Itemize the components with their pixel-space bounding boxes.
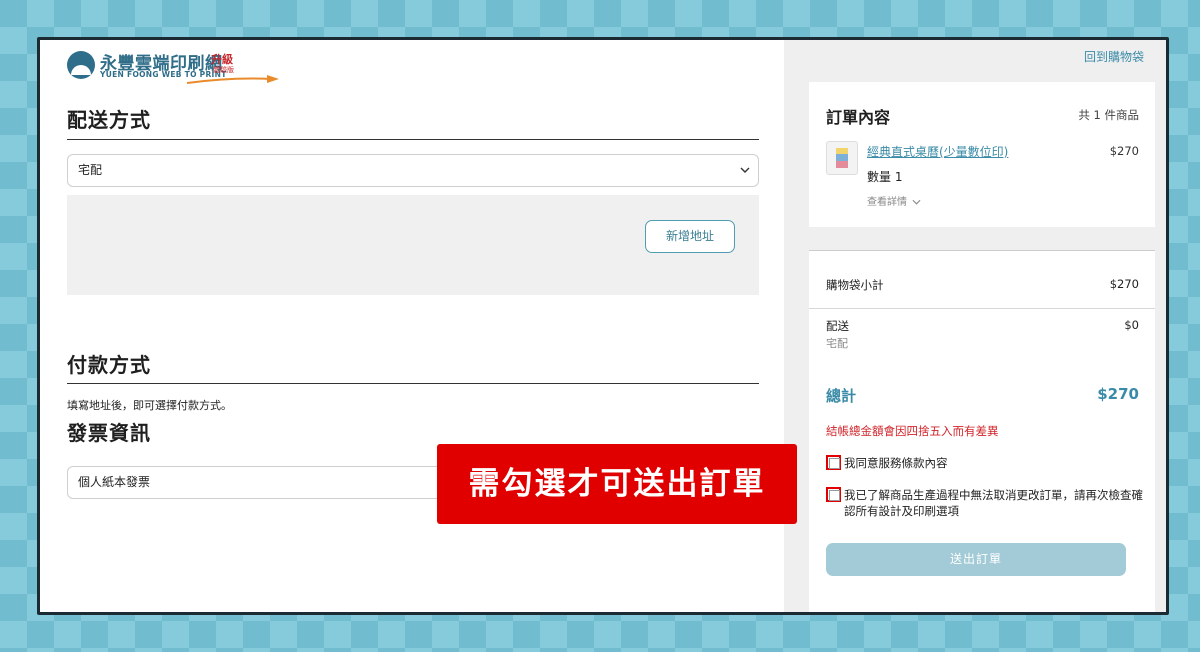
address-panel: 新增地址 (67, 195, 759, 295)
shipping-method-value: 宅配 (78, 163, 103, 177)
product-quantity: 數量 1 (867, 170, 903, 184)
agree-terms-checkbox[interactable] (826, 455, 841, 470)
checkout-window: 永豐雲端印刷網 YUEN FOONG WEB TO PRINT 升級 體驗版 配… (37, 37, 1169, 615)
subtotal-value: $270 (1109, 277, 1139, 291)
order-sidebar: 回到購物袋 訂單內容 共 1 件商品 經典直式桌曆(少量數位印) $270 數量… (784, 40, 1166, 612)
chevron-down-icon (912, 199, 921, 205)
logo-edition-badge: 體驗版 (213, 66, 234, 74)
logo-arrow-icon (187, 75, 279, 84)
back-to-cart-link[interactable]: 回到購物袋 (1084, 48, 1144, 65)
product-price: $270 (1109, 144, 1139, 158)
submit-order-button[interactable]: 送出訂單 (826, 543, 1126, 576)
product-name-link[interactable]: 經典直式桌曆(少量數位印) (867, 143, 1008, 160)
item-count: 共 1 件商品 (1078, 108, 1139, 122)
shipping-fee-value: $0 (1124, 318, 1139, 332)
invoice-heading: 發票資訊 (67, 421, 151, 445)
payment-note: 填寫地址後，即可選擇付款方式。 (67, 399, 232, 412)
agree-terms-label: 我同意服務條款內容 (844, 456, 948, 470)
checkbox-required-callout: 需勾選才可送出訂單 (437, 444, 797, 524)
total-label: 總計 (826, 387, 857, 405)
order-summary-card: 訂單內容 共 1 件商品 經典直式桌曆(少量數位印) $270 數量 1 查看詳… (809, 82, 1155, 227)
shipping-heading: 配送方式 (67, 108, 151, 132)
checkout-form: 永豐雲端印刷網 YUEN FOONG WEB TO PRINT 升級 體驗版 配… (40, 40, 784, 612)
order-title: 訂單內容 (826, 108, 891, 127)
payment-heading: 付款方式 (67, 353, 151, 377)
subtotal-label: 購物袋小計 (826, 278, 884, 292)
summary-divider (809, 308, 1155, 309)
shipping-fee-label: 配送 (826, 319, 849, 333)
agree-production-checkbox[interactable] (826, 487, 841, 502)
price-summary-card: 購物袋小計 $270 配送 $0 宅配 總計 $270 結帳總金額會因四捨五入而… (809, 250, 1155, 612)
logo-mark-icon (67, 51, 95, 79)
total-value: $270 (1097, 385, 1139, 403)
shipping-method-select[interactable]: 宅配 (67, 154, 759, 187)
product-thumbnail (826, 141, 858, 175)
shipping-method-note: 宅配 (826, 337, 848, 350)
invoice-type-value: 個人紙本發票 (78, 475, 151, 489)
view-details-label: 查看詳情 (867, 197, 907, 208)
site-logo[interactable]: 永豐雲端印刷網 YUEN FOONG WEB TO PRINT 升級 體驗版 (67, 49, 279, 85)
rounding-warning: 結帳總金額會因四捨五入而有差異 (826, 424, 999, 438)
agree-production-label: 我已了解商品生產過程中無法取消更改訂單，請再次檢查確認所有設計及印刷選項 (844, 488, 1143, 518)
shipping-divider (67, 139, 759, 140)
payment-divider (67, 383, 759, 384)
add-address-button[interactable]: 新增地址 (645, 220, 735, 253)
chevron-down-icon (740, 167, 750, 173)
view-details-toggle[interactable]: 查看詳情 (867, 193, 921, 208)
